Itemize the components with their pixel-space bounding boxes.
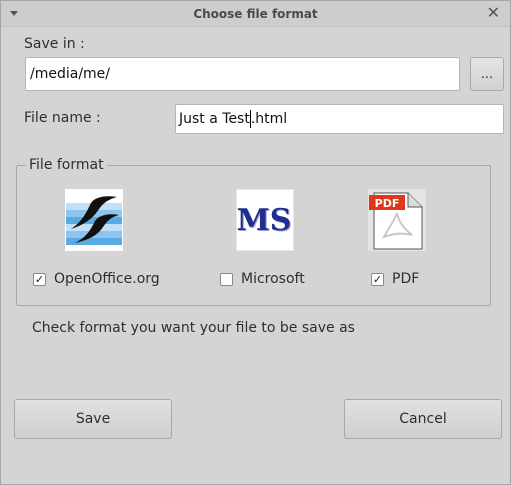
title-bar: Choose file format ✕ bbox=[1, 1, 510, 27]
openoffice-checkbox[interactable]: ✓ bbox=[33, 273, 46, 286]
ms-icon: MS MS bbox=[235, 188, 295, 252]
openoffice-icon bbox=[65, 189, 123, 251]
svg-text:MS: MS bbox=[237, 203, 292, 238]
file-name-label: File name : bbox=[24, 110, 101, 126]
save-in-label: Save in : bbox=[24, 36, 85, 52]
microsoft-checkbox[interactable] bbox=[220, 273, 233, 286]
openoffice-label[interactable]: OpenOffice.org bbox=[54, 271, 160, 287]
cancel-button[interactable]: Cancel bbox=[344, 399, 502, 439]
browse-button[interactable]: ... bbox=[470, 57, 504, 91]
pdf-checkbox[interactable]: ✓ bbox=[371, 273, 384, 286]
file-name-value-end: .html bbox=[250, 111, 288, 127]
pdf-icon: PDF bbox=[368, 189, 426, 251]
window-title: Choose file format bbox=[193, 7, 318, 21]
pdf-label[interactable]: PDF bbox=[392, 271, 419, 287]
close-icon[interactable]: ✕ bbox=[487, 5, 500, 21]
file-format-title: File format bbox=[26, 157, 107, 173]
file-name-value-start: Just a Test bbox=[179, 111, 250, 127]
save-in-field[interactable]: /media/me/ bbox=[25, 57, 460, 91]
format-hint-text: Check format you want your file to be sa… bbox=[32, 320, 355, 336]
microsoft-label[interactable]: Microsoft bbox=[241, 271, 305, 287]
save-in-value: /media/me/ bbox=[30, 66, 111, 82]
save-button[interactable]: Save bbox=[14, 399, 172, 439]
svg-text:PDF: PDF bbox=[375, 197, 400, 210]
choose-file-format-dialog: Choose file format ✕ Save in : /media/me… bbox=[0, 0, 511, 485]
file-name-field[interactable]: Just a Test .html bbox=[175, 104, 504, 134]
